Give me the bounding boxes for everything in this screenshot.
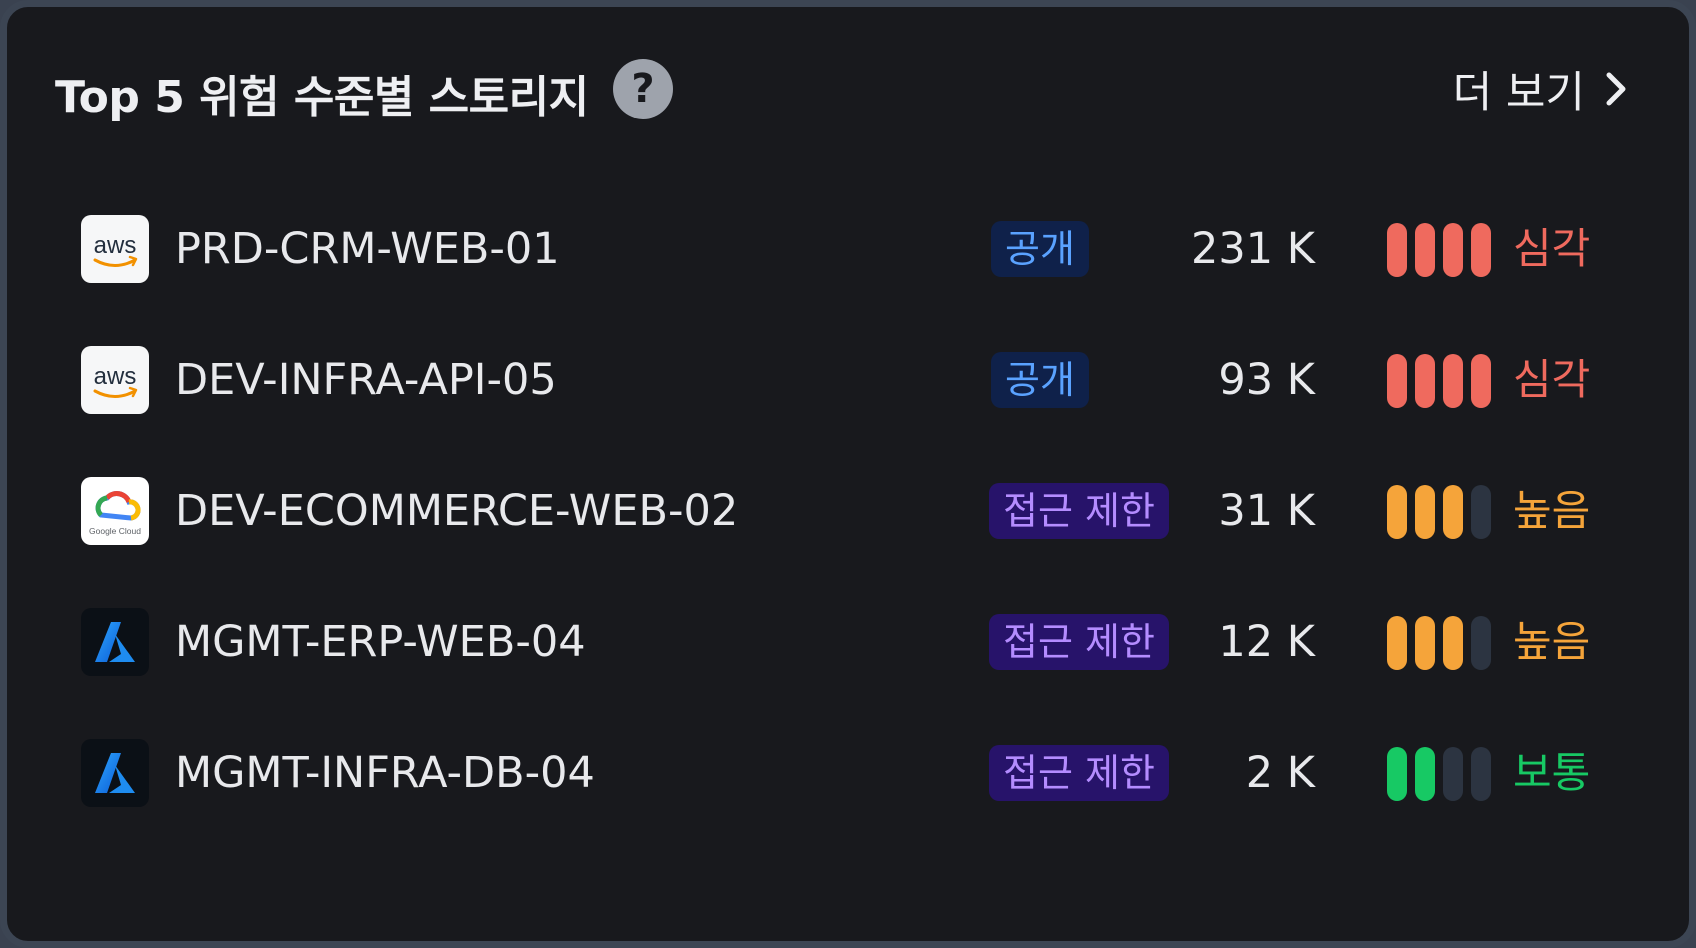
risk-bar [1471, 747, 1491, 801]
storage-name[interactable]: PRD-CRM-WEB-01 [175, 215, 560, 283]
risk-bar [1471, 354, 1491, 408]
gcp-logo-icon: Google Cloud [81, 477, 149, 545]
view-more-label: 더 보기 [1452, 68, 1585, 118]
access-badge: 공개 [991, 221, 1089, 277]
risk-bar [1443, 616, 1463, 670]
help-icon[interactable]: ? [613, 59, 673, 119]
risk-bar [1415, 223, 1435, 277]
risk-bar [1471, 223, 1491, 277]
risk-bar [1387, 747, 1407, 801]
storage-row[interactable]: MGMT-INFRA-DB-04 접근 제한 2 K 보통 [81, 739, 1601, 807]
provider-logo-text: aws [94, 363, 137, 390]
storage-row[interactable]: aws DEV-INFRA-API-05 공개 93 K 심각 [81, 346, 1601, 414]
risk-bar [1471, 485, 1491, 539]
risk-level-meter [1387, 747, 1491, 801]
risk-bar [1387, 616, 1407, 670]
azure-logo-icon [81, 739, 149, 807]
risk-bar [1415, 747, 1435, 801]
risk-bar [1387, 223, 1407, 277]
aws-logo-icon: aws [81, 215, 149, 283]
risk-label: 높음 [1513, 617, 1591, 666]
storage-name[interactable]: MGMT-INFRA-DB-04 [175, 739, 595, 807]
risk-level-meter [1387, 485, 1491, 539]
risk-label: 심각 [1513, 355, 1591, 404]
access-badge: 접근 제한 [989, 745, 1169, 801]
storage-row[interactable]: Google Cloud DEV-ECOMMERCE-WEB-02 접근 제한 31 … [81, 477, 1601, 545]
risk-bar [1387, 354, 1407, 408]
risk-label: 높음 [1513, 486, 1591, 535]
storage-risk-card: Top 5 위험 수준별 스토리지 ? 더 보기 aws PRD-CRM-WEB-… [0, 0, 1696, 948]
chevron-right-icon [1606, 72, 1626, 106]
storage-name[interactable]: DEV-ECOMMERCE-WEB-02 [175, 477, 738, 545]
risk-bar [1443, 747, 1463, 801]
storage-name[interactable]: DEV-INFRA-API-05 [175, 346, 557, 414]
risk-bar [1387, 485, 1407, 539]
risk-label: 심각 [1513, 224, 1591, 273]
access-badge: 공개 [991, 352, 1089, 408]
risk-bar [1415, 354, 1435, 408]
risk-bar [1415, 485, 1435, 539]
risk-bar [1443, 223, 1463, 277]
access-badge: 접근 제한 [989, 483, 1169, 539]
risk-bar [1415, 616, 1435, 670]
risk-bar [1443, 354, 1463, 408]
risk-label: 보통 [1513, 748, 1591, 797]
card-header: Top 5 위험 수준별 스토리지 ? 더 보기 [55, 57, 1633, 123]
provider-logo-text: Google Cloud [89, 526, 141, 536]
risk-level-meter [1387, 616, 1491, 670]
access-badge: 접근 제한 [989, 614, 1169, 670]
object-count: 12 K [1218, 617, 1315, 667]
risk-level-meter [1387, 223, 1491, 277]
storage-row[interactable]: aws PRD-CRM-WEB-01 공개 231 K 심각 [81, 215, 1601, 283]
azure-logo-icon [81, 608, 149, 676]
object-count: 31 K [1218, 486, 1315, 536]
aws-logo-icon: aws [81, 346, 149, 414]
provider-logo-text: aws [94, 232, 137, 259]
object-count: 2 K [1245, 748, 1315, 798]
risk-bar [1443, 485, 1463, 539]
object-count: 93 K [1218, 355, 1315, 405]
risk-level-meter [1387, 354, 1491, 408]
object-count: 231 K [1191, 224, 1315, 274]
risk-bar [1471, 616, 1491, 670]
storage-name[interactable]: MGMT-ERP-WEB-04 [175, 608, 586, 676]
view-more-link[interactable]: 더 보기 [1453, 59, 1633, 119]
card-title: Top 5 위험 수준별 스토리지 [55, 72, 589, 123]
storage-row[interactable]: MGMT-ERP-WEB-04 접근 제한 12 K 높음 [81, 608, 1601, 676]
